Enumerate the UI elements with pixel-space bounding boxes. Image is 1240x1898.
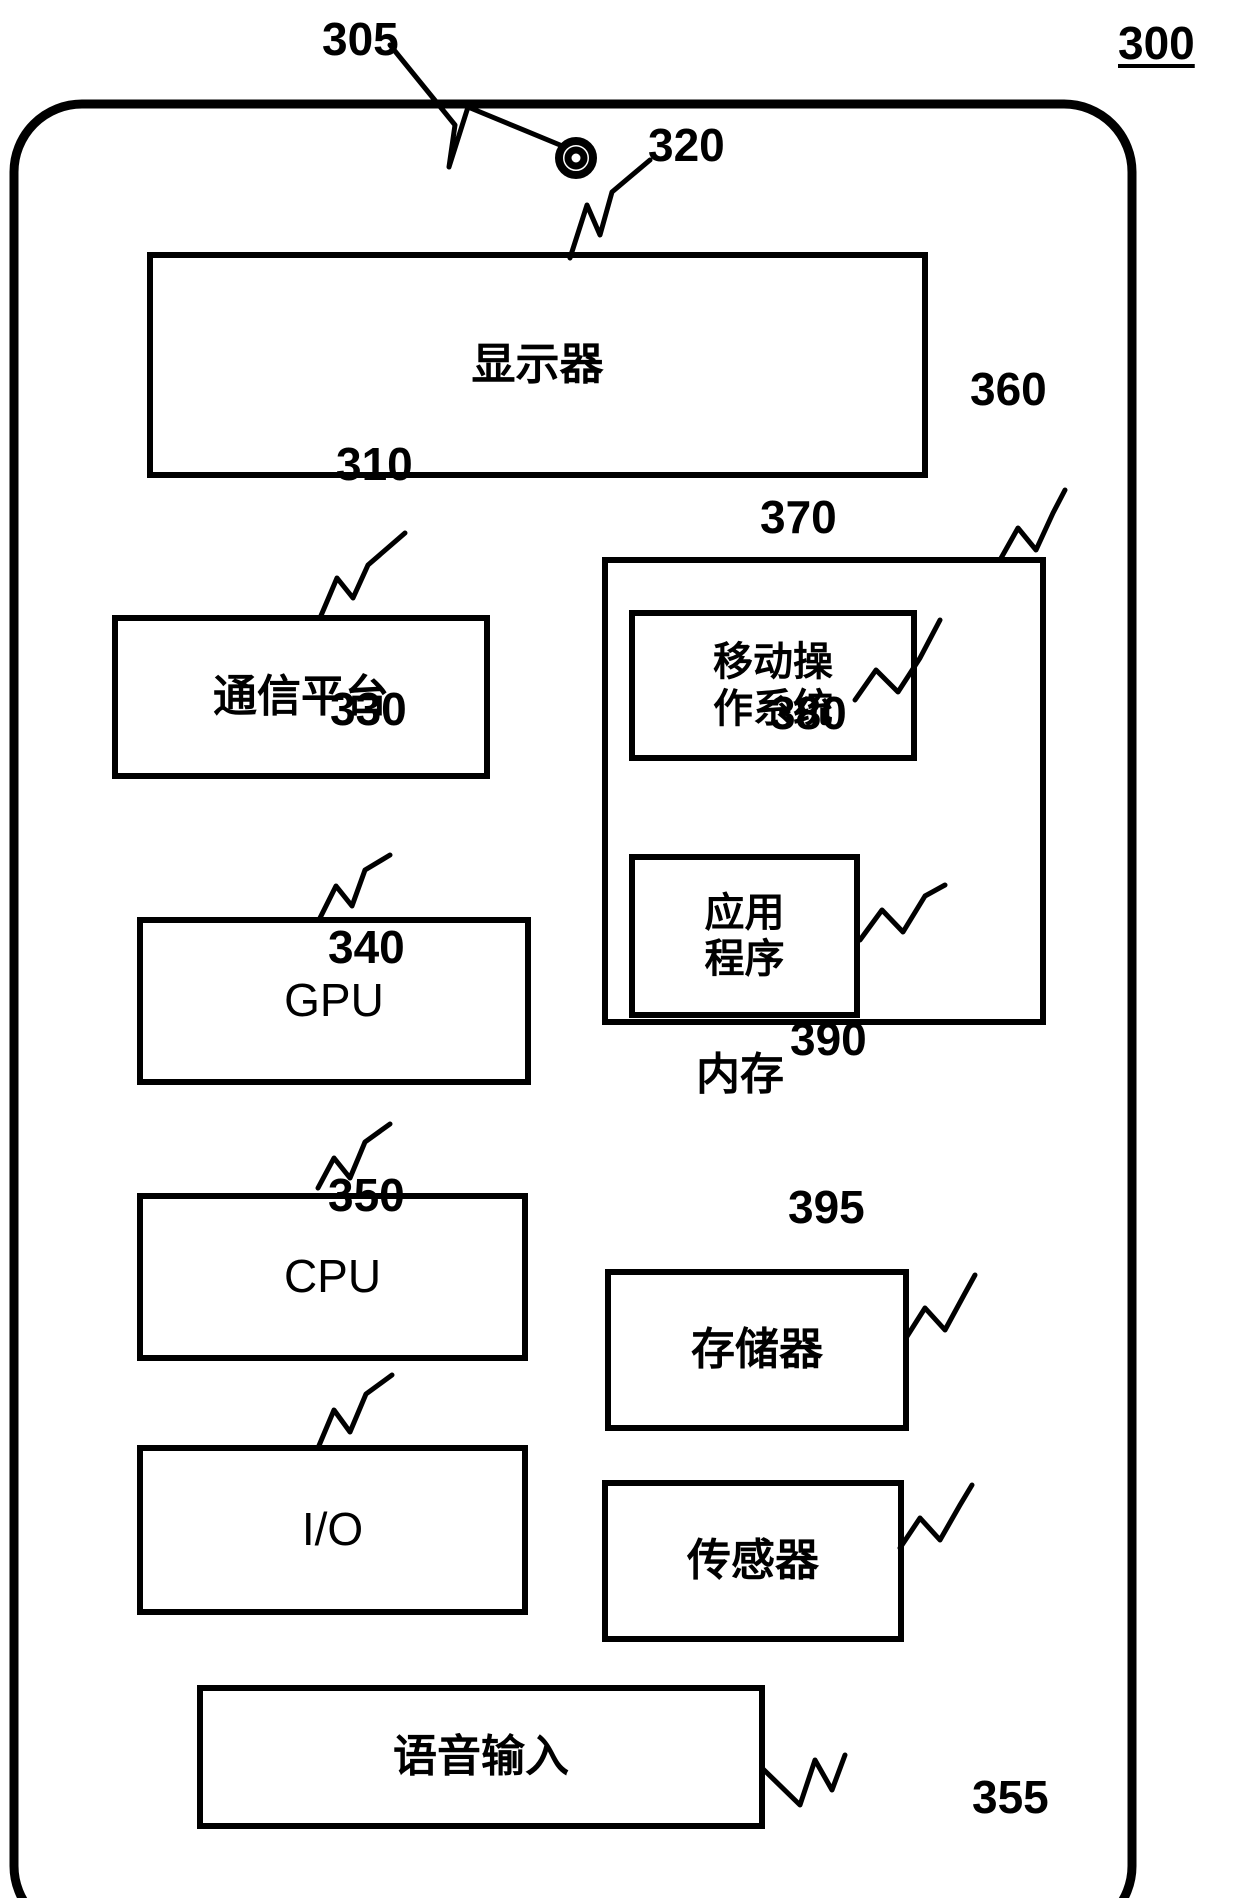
device-body-outline: [9, 99, 1137, 1898]
leader-line-380: [857, 882, 948, 943]
sensor-box: [602, 1480, 904, 1642]
ref-num-305: 305: [322, 13, 399, 65]
ref-num-355: 355: [972, 1771, 1049, 1823]
comm-platform-box: [112, 615, 490, 779]
ref-num-395: 395: [788, 1181, 865, 1233]
ref-num-390: 390: [790, 1013, 867, 1065]
ref-num-360: 360: [970, 363, 1047, 415]
ref-num-330: 330: [330, 683, 407, 735]
leader-line-395: [897, 1482, 975, 1551]
leader-line-360: [997, 487, 1068, 563]
camera-inner-circle: [564, 146, 588, 170]
voice-input-box: [197, 1685, 765, 1829]
ref-num-340: 340: [328, 921, 405, 973]
io-box: [137, 1445, 528, 1615]
leader-line-350: [315, 1372, 395, 1451]
leader-line-330: [317, 852, 393, 921]
ref-num-310: 310: [336, 438, 413, 490]
display-box: [147, 252, 928, 478]
ref-num-350: 350: [328, 1169, 405, 1221]
leader-line-370: [852, 617, 943, 703]
leader-line-355: [759, 1752, 848, 1808]
application-box: [629, 854, 860, 1018]
ref-num-370: 370: [760, 491, 837, 543]
diagram-linework: [9, 42, 1137, 1898]
camera-outer-circle: [555, 137, 597, 179]
figure-number: 300: [1118, 17, 1195, 69]
memory-box: [602, 557, 1046, 1025]
ref-num-320: 320: [648, 119, 725, 171]
ref-num-380: 380: [770, 687, 847, 739]
leader-line-310: [317, 530, 408, 621]
storage-box: [605, 1269, 909, 1431]
leader-line-390: [903, 1272, 978, 1341]
patent-figure-300: 300 305 320 310 360 370 330 380 340 390 …: [0, 0, 1240, 1898]
